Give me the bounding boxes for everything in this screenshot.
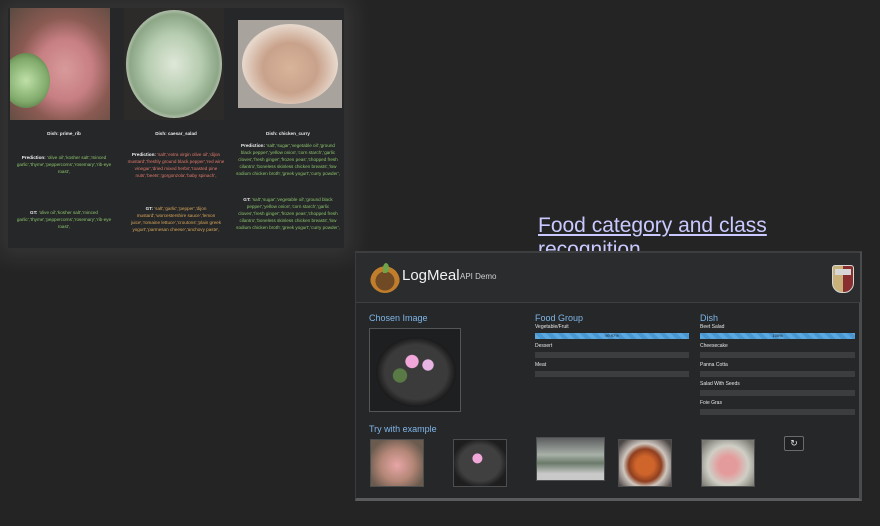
try-example-title: Try with example [369,424,437,434]
gt-label: GT: [243,197,251,202]
confidence-bar: 100% [700,333,855,339]
dish-title: Dish [700,313,719,323]
recipe-results-panel: Dish: prime_rib Prediction: 'olive oil',… [8,8,344,248]
confidence-text: 99.97% [605,333,619,338]
result-label: Panna Cotta [700,362,728,368]
confidence-text: 100% [772,333,783,338]
ground-truth-block: GT: 'salt','garlic','pepper','dijon must… [124,205,228,233]
university-crest-icon[interactable] [832,265,854,293]
example-thumbnail[interactable] [370,439,424,487]
gt-ingredients: 'salt','garlic','pepper','dijon mustard'… [130,206,222,232]
result-label: Meat [535,362,547,368]
caesar-salad-photo [124,8,224,120]
refresh-examples-button[interactable]: ↻ [784,436,804,451]
confidence-bar [700,409,855,415]
gt-label: GT: [145,206,153,211]
chosen-image [369,328,461,412]
prime-rib-photo [10,8,110,120]
example-thumbnail[interactable] [536,437,605,481]
ground-truth-block: GT: 'olive oil','kosher salt','minced ga… [12,209,116,230]
example-thumbnail[interactable] [618,439,672,487]
confidence-bar [700,352,855,358]
gt-label: GT: [30,210,38,215]
food-group-title: Food Group [535,313,584,323]
chicken-curry-photo [238,20,342,108]
prediction-label: Prediction: [241,143,265,148]
confidence-bar [535,371,689,377]
logmeal-subtitle: API Demo [460,272,497,281]
result-label: Beet Salad [700,324,725,330]
recipe-column-caesar-salad: Dish: caesar_salad Prediction: 'salt','e… [120,8,232,248]
recipe-column-prime-rib: Dish: prime_rib Prediction: 'olive oil',… [8,8,120,248]
confidence-bar [700,371,855,377]
dish-label: Dish: prime_rib [47,131,81,136]
prediction-block: Prediction: 'salt','sugar','vegetable oi… [236,142,340,177]
dish-label: Dish: chicken_curry [266,131,310,136]
result-label: Vegetable/Fruit [535,324,569,330]
result-label: Foie Gras [700,400,722,406]
chosen-image-title: Chosen Image [369,313,428,323]
ground-truth-block: GT: 'salt','sugar','vegetable oil','grou… [236,196,340,231]
confidence-bar [535,352,689,358]
logmeal-brand[interactable]: LogMeal [402,267,460,284]
gt-ingredients: 'salt','sugar','vegetable oil','ground b… [236,197,340,230]
dish-label: Dish: caesar_salad [155,131,197,136]
logmeal-demo-window: LogMeal API Demo Chosen Image Food Group… [355,251,862,501]
example-thumbnail[interactable] [701,439,755,487]
result-label: Salad With Seeds [700,381,740,387]
result-label: Dessert [535,343,553,349]
confidence-bar [700,390,855,396]
prediction-label: Prediction: [21,155,46,160]
confidence-bar: 99.97% [535,333,689,339]
recipe-column-chicken-curry: Dish: chicken_curry Prediction: 'salt','… [232,8,344,248]
logmeal-header: LogMeal API Demo [356,253,860,303]
prediction-label: Prediction: [131,152,156,157]
prediction-block: Prediction: 'olive oil','kosher salt','m… [12,154,116,175]
refresh-icon: ↻ [790,438,798,448]
logmeal-logo-icon[interactable] [370,263,400,293]
example-thumbnail[interactable] [453,439,507,487]
result-label: Cheesecake [700,343,728,349]
prediction-block: Prediction: 'salt','extra virgin olive o… [124,151,228,179]
